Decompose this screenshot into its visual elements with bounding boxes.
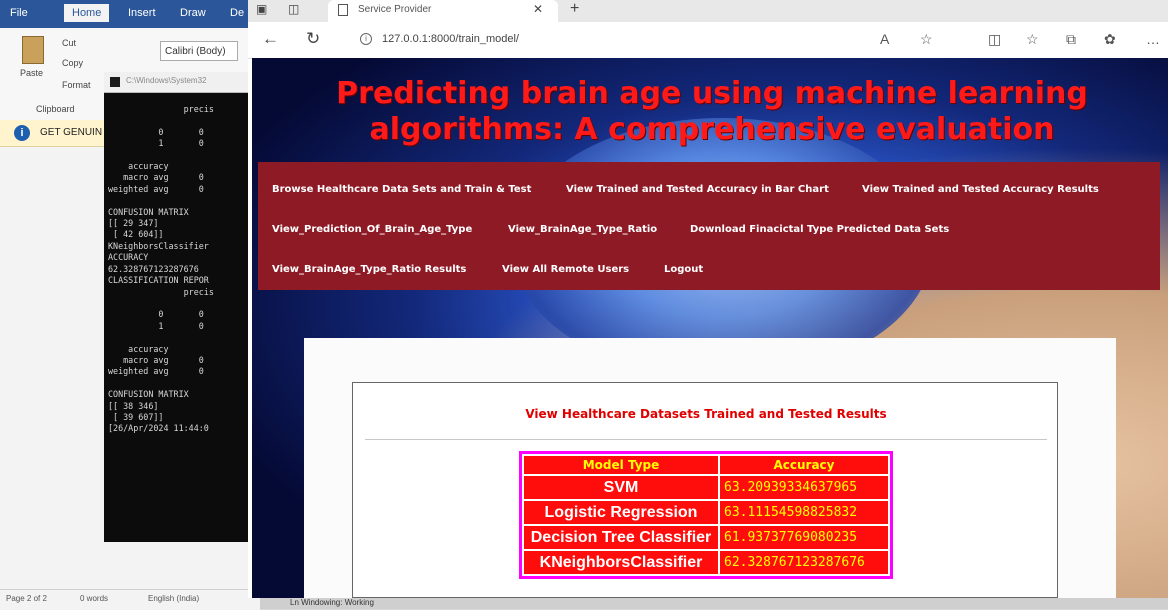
address-bar: ← ↻ i 127.0.0.1:8000/train_model/ A ☆ ◫ … (248, 22, 1168, 59)
word-ribbon-tabs: File Home Insert Draw De (0, 0, 260, 28)
menu-download-predicted[interactable]: Download Finacictal Type Predicted Data … (690, 224, 949, 235)
browser-window: ▣ ◫ Service Provider ✕ + ← ↻ i 127.0.0.1… (248, 0, 1168, 598)
model-name: SVM (524, 476, 718, 499)
url-field[interactable]: 127.0.0.1:8000/train_model/ (382, 33, 519, 45)
word-tab-design[interactable]: De (230, 7, 244, 19)
workspaces-icon[interactable]: ◫ (288, 2, 299, 16)
new-tab-icon[interactable]: + (570, 0, 579, 18)
copy-button[interactable]: Copy (62, 58, 83, 68)
collections-icon[interactable]: ⧉ (1066, 31, 1076, 48)
paste-icon[interactable] (22, 36, 44, 64)
page-icon (338, 4, 348, 16)
table-row: KNeighborsClassifier 62.328767123287676 (524, 551, 888, 574)
language-indicator[interactable]: English (India) (148, 594, 199, 603)
taskbar-text: Ln Windowing: Working (290, 598, 374, 607)
word-tab-insert[interactable]: Insert (128, 7, 156, 19)
tab-title: Service Provider (358, 4, 432, 15)
font-name-box[interactable]: Calibri (Body) (160, 41, 238, 61)
menu-remote-users[interactable]: View All Remote Users (502, 264, 629, 275)
model-name: Logistic Regression (524, 501, 718, 524)
results-title: View Healthcare Datasets Trained and Tes… (525, 407, 887, 421)
console-title: C:\Windows\System32 (126, 76, 207, 85)
web-page: Predicting brain age using machine learn… (252, 58, 1168, 598)
more-icon[interactable]: … (1146, 31, 1160, 47)
genuine-office-text: GET GENUIN (40, 127, 103, 138)
accuracy-value: 61.93737769080235 (720, 526, 888, 549)
accuracy-value: 63.11154598825832 (720, 501, 888, 524)
word-tab-file[interactable]: File (10, 7, 28, 19)
menu-brainage-ratio[interactable]: View_BrainAge_Type_Ratio (508, 224, 657, 235)
console-output: precis 0 0 1 0 accuracy macro avg 0 weig… (108, 104, 214, 434)
menu-accuracy-bar-chart[interactable]: View Trained and Tested Accuracy in Bar … (566, 184, 829, 195)
info-icon[interactable]: i (360, 33, 372, 45)
info-icon: i (14, 125, 30, 141)
extensions-icon[interactable]: ✿ (1104, 31, 1116, 48)
model-name: Decision Tree Classifier (524, 526, 718, 549)
word-count[interactable]: 0 words (80, 594, 108, 603)
results-table: Model Type Accuracy SVM 63.2093933463796… (519, 451, 893, 579)
close-tab-icon[interactable]: ✕ (533, 2, 543, 16)
paste-label[interactable]: Paste (20, 68, 43, 78)
page-title: Predicting brain age using machine learn… (336, 76, 1088, 147)
tab-actions-icon[interactable]: ▣ (256, 2, 267, 16)
header-model-type: Model Type (524, 456, 718, 474)
menu-prediction-brain-age[interactable]: View_Prediction_Of_Brain_Age_Type (272, 224, 472, 235)
accuracy-value: 62.328767123287676 (720, 551, 888, 574)
favorites-icon[interactable]: ☆ (1026, 31, 1039, 48)
table-row: Logistic Regression 63.11154598825832 (524, 501, 888, 524)
page-count[interactable]: Page 2 of 2 (6, 594, 47, 603)
menu-logout[interactable]: Logout (664, 264, 703, 275)
table-row: SVM 63.20939334637965 (524, 476, 888, 499)
browser-tab[interactable]: Service Provider ✕ (328, 0, 558, 22)
back-icon[interactable]: ← (262, 29, 279, 49)
console-titlebar[interactable]: C:\Windows\System32 (104, 72, 264, 93)
nav-menu: Browse Healthcare Data Sets and Train & … (258, 162, 1160, 290)
taskbar-strip: Ln Windowing: Working (260, 598, 1168, 609)
console-window: C:\Windows\System32 precis 0 0 1 0 accur… (104, 72, 264, 542)
browser-tabstrip: ▣ ◫ Service Provider ✕ + (248, 0, 1168, 22)
word-tab-home[interactable]: Home (64, 4, 110, 22)
split-screen-icon[interactable]: ◫ (988, 31, 1001, 48)
read-aloud-icon[interactable]: A (880, 31, 889, 47)
table-row: Decision Tree Classifier 61.937377690802… (524, 526, 888, 549)
menu-browse-datasets[interactable]: Browse Healthcare Data Sets and Train & … (272, 184, 531, 195)
results-box: View Healthcare Datasets Trained and Tes… (352, 382, 1058, 598)
divider (365, 439, 1047, 440)
table-header-row: Model Type Accuracy (524, 456, 888, 474)
menu-brainage-ratio-results[interactable]: View_BrainAge_Type_Ratio Results (272, 264, 466, 275)
favorite-star-icon[interactable]: ☆ (920, 31, 933, 48)
word-tab-draw[interactable]: Draw (180, 7, 206, 19)
console-icon (110, 77, 120, 87)
model-name: KNeighborsClassifier (524, 551, 718, 574)
format-painter-button[interactable]: Format (62, 80, 91, 90)
word-status-bar: Page 2 of 2 0 words English (India) (0, 589, 260, 610)
clipboard-group-label: Clipboard (36, 104, 75, 114)
refresh-icon[interactable]: ↻ (306, 29, 320, 49)
header-accuracy: Accuracy (720, 456, 888, 474)
accuracy-value: 63.20939334637965 (720, 476, 888, 499)
menu-accuracy-results[interactable]: View Trained and Tested Accuracy Results (862, 184, 1099, 195)
cut-button[interactable]: Cut (62, 38, 76, 48)
